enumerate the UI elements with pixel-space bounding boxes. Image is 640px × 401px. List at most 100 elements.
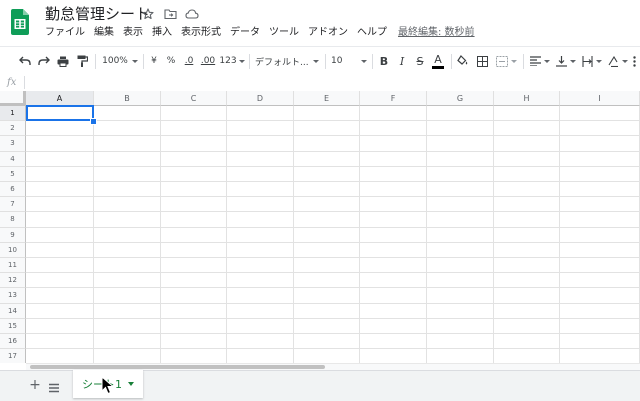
text-color-label: A bbox=[434, 52, 442, 66]
selected-cell[interactable] bbox=[26, 105, 94, 122]
strikethrough-button[interactable]: S bbox=[414, 51, 426, 71]
menu-format[interactable]: 表示形式 bbox=[177, 25, 226, 41]
column-header-f[interactable]: F bbox=[360, 91, 427, 106]
currency-button[interactable]: ¥ bbox=[148, 51, 160, 71]
all-sheets-icon[interactable] bbox=[48, 379, 60, 393]
header: 勤怠管理シート ファイル 編集 表示 挿入 表示形式 データ ツール アドオン … bbox=[0, 0, 640, 45]
borders-icon[interactable] bbox=[475, 51, 489, 71]
zoom-value: 100% bbox=[102, 56, 128, 66]
text-wrap-icon[interactable] bbox=[581, 51, 603, 71]
row-header-5[interactable]: 5 bbox=[0, 166, 26, 182]
row-header-3[interactable]: 3 bbox=[0, 136, 26, 152]
scrollbar-thumb[interactable] bbox=[30, 365, 325, 369]
title-icons bbox=[140, 6, 200, 22]
document-title[interactable]: 勤怠管理シート bbox=[45, 4, 150, 24]
move-to-folder-icon[interactable] bbox=[162, 6, 178, 22]
increase-decimal-button[interactable]: .00 bbox=[199, 51, 217, 71]
chevron-down-icon bbox=[510, 59, 517, 63]
menu-data[interactable]: データ bbox=[226, 25, 265, 41]
paint-format-icon[interactable] bbox=[75, 51, 89, 71]
more-options-icon[interactable] bbox=[629, 51, 639, 71]
chevron-down-icon bbox=[238, 59, 245, 63]
spreadsheet-grid[interactable]: A B C D E F G H I 1 2 3 4 5 6 7 8 9 10 11 12 13 14 15 16 17 bbox=[0, 91, 640, 363]
row-header-14[interactable]: 14 bbox=[0, 303, 26, 319]
zoom-select[interactable]: 100% bbox=[101, 51, 139, 71]
horizontal-align-icon[interactable] bbox=[529, 51, 551, 71]
column-header-h[interactable]: H bbox=[494, 91, 560, 106]
column-header-a[interactable]: A bbox=[26, 91, 94, 106]
row-header-6[interactable]: 6 bbox=[0, 182, 26, 198]
row-header-9[interactable]: 9 bbox=[0, 227, 26, 243]
select-all-corner[interactable] bbox=[0, 91, 26, 106]
column-header-g[interactable]: G bbox=[427, 91, 494, 106]
chevron-down-icon bbox=[131, 59, 138, 63]
menu-file[interactable]: ファイル bbox=[41, 25, 90, 41]
column-header-b[interactable]: B bbox=[94, 91, 161, 106]
chevron-down-icon bbox=[570, 59, 576, 63]
menu-insert[interactable]: 挿入 bbox=[148, 25, 177, 41]
text-rotation-icon[interactable] bbox=[607, 51, 629, 71]
chevron-down-icon bbox=[361, 59, 367, 63]
row-header-17[interactable]: 17 bbox=[0, 349, 26, 363]
print-icon[interactable] bbox=[56, 51, 70, 71]
chevron-down-icon bbox=[544, 59, 550, 63]
menu-tools[interactable]: ツール bbox=[265, 25, 304, 41]
column-header-d[interactable]: D bbox=[227, 91, 294, 106]
menu-addons[interactable]: アドオン bbox=[304, 25, 353, 41]
text-color-button[interactable]: A bbox=[431, 51, 445, 71]
row-header-16[interactable]: 16 bbox=[0, 334, 26, 350]
column-header-i[interactable]: I bbox=[560, 91, 640, 106]
grid-line bbox=[26, 348, 640, 350]
separator bbox=[95, 54, 96, 69]
chevron-down-icon[interactable] bbox=[128, 382, 134, 386]
row-header-15[interactable]: 15 bbox=[0, 318, 26, 334]
menu-edit[interactable]: 編集 bbox=[90, 25, 119, 41]
column-header-c[interactable]: C bbox=[161, 91, 227, 106]
fill-handle[interactable] bbox=[90, 118, 97, 126]
menu-help[interactable]: ヘルプ bbox=[353, 25, 392, 41]
star-icon[interactable] bbox=[140, 6, 156, 22]
row-header-2[interactable]: 2 bbox=[0, 121, 26, 137]
chevron-down-icon bbox=[596, 59, 602, 63]
italic-button[interactable]: I bbox=[396, 51, 408, 71]
last-edit-link[interactable]: 最終編集: 数秒前 bbox=[398, 25, 475, 41]
sheets-logo-icon[interactable] bbox=[11, 9, 29, 35]
font-size-select[interactable]: 10 bbox=[331, 51, 367, 71]
grid-line bbox=[26, 211, 640, 213]
menu-view[interactable]: 表示 bbox=[119, 25, 148, 41]
grid-line bbox=[26, 302, 640, 304]
percent-button[interactable]: % bbox=[165, 51, 177, 71]
row-header-4[interactable]: 4 bbox=[0, 151, 26, 167]
grid-line bbox=[26, 287, 640, 289]
row-header-13[interactable]: 13 bbox=[0, 288, 26, 304]
row-header-10[interactable]: 10 bbox=[0, 242, 26, 258]
font-family-select[interactable]: デフォルト... bbox=[255, 51, 319, 71]
column-header-e[interactable]: E bbox=[294, 91, 360, 106]
font-size-value: 10 bbox=[331, 56, 343, 66]
grid-line bbox=[26, 257, 640, 258]
row-header-11[interactable]: 11 bbox=[0, 258, 26, 274]
redo-icon[interactable] bbox=[37, 51, 51, 71]
more-formats-select[interactable]: 123 bbox=[219, 51, 245, 71]
formula-input[interactable] bbox=[30, 74, 635, 91]
row-header-8[interactable]: 8 bbox=[0, 212, 26, 228]
cloud-status-icon[interactable] bbox=[184, 6, 200, 22]
bold-button[interactable]: B bbox=[378, 51, 390, 71]
add-sheet-icon[interactable]: + bbox=[28, 378, 42, 392]
row-header-1[interactable]: 1 bbox=[0, 106, 26, 122]
decrease-decimal-button[interactable]: .0 bbox=[181, 51, 197, 71]
text-color-swatch bbox=[432, 65, 444, 69]
grid-line bbox=[26, 181, 640, 182]
row-header-7[interactable]: 7 bbox=[0, 197, 26, 213]
vertical-align-icon[interactable] bbox=[555, 51, 577, 71]
undo-icon[interactable] bbox=[18, 51, 32, 71]
more-formats-label: 123 bbox=[219, 56, 237, 66]
merge-cells-icon[interactable] bbox=[494, 51, 518, 71]
grid-line bbox=[26, 120, 640, 122]
fill-color-icon[interactable] bbox=[456, 51, 470, 71]
sheet-bar: + シート1 bbox=[0, 370, 640, 401]
grid-line bbox=[426, 106, 427, 363]
grid-line bbox=[26, 226, 640, 228]
row-header-12[interactable]: 12 bbox=[0, 273, 26, 289]
decrease-decimal-label: .0 bbox=[184, 56, 194, 66]
